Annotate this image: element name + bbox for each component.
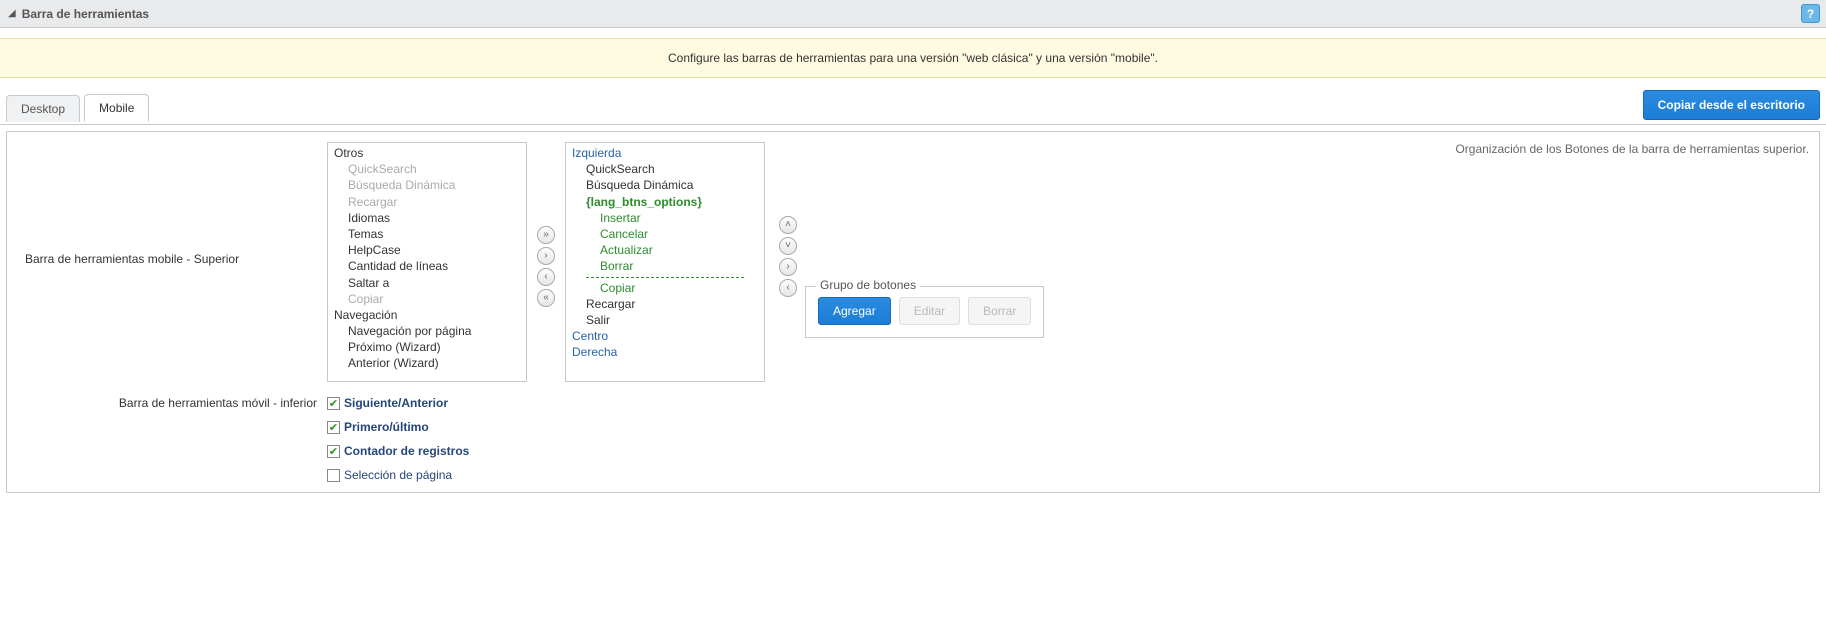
list-item[interactable]: Copiar	[328, 291, 526, 307]
list-item[interactable]: Próximo (Wizard)	[328, 339, 526, 355]
check-label: Siguiente/Anterior	[344, 396, 448, 410]
inferior-label: Barra de herramientas móvil - inferior	[17, 396, 317, 410]
check-page-selection[interactable]: Selección de página	[327, 468, 469, 482]
list-item[interactable]: Temas	[328, 226, 526, 242]
selected-buttons-list[interactable]: Izquierda QuickSearch Búsqueda Dinámica …	[565, 142, 765, 382]
check-label: Selección de página	[344, 468, 452, 482]
available-buttons-list[interactable]: Otros QuickSearch Búsqueda Dinámica Reca…	[327, 142, 527, 382]
tab-desktop[interactable]: Desktop	[6, 95, 80, 122]
section-left: Izquierda	[566, 145, 764, 161]
nudge-right-icon[interactable]: ›	[779, 258, 797, 276]
move-up-icon[interactable]: ˄	[779, 216, 797, 234]
check-label: Contador de registros	[344, 444, 469, 458]
move-right-icon[interactable]: ›	[537, 247, 555, 265]
list-item[interactable]: Cantidad de líneas	[328, 258, 526, 274]
checkbox-icon[interactable]	[327, 445, 340, 458]
reorder-arrows: ˄ ˅ › ‹	[779, 166, 797, 297]
content-area: Barra de herramientas mobile - Superior …	[6, 131, 1820, 493]
list-item[interactable]: Búsqueda Dinámica	[566, 177, 764, 193]
delete-group-button: Borrar	[968, 297, 1031, 325]
transfer-arrows: » › ‹ «	[537, 142, 555, 307]
list-item[interactable]: Búsqueda Dinámica	[328, 177, 526, 193]
check-record-counter[interactable]: Contador de registros	[327, 444, 469, 458]
panel-header: ◢ Barra de herramientas ?	[0, 0, 1826, 28]
move-left-icon[interactable]: ‹	[537, 268, 555, 286]
check-label: Primero/último	[344, 420, 429, 434]
tab-mobile[interactable]: Mobile	[84, 94, 149, 122]
superior-label: Barra de herramientas mobile - Superior	[17, 142, 317, 266]
list-item[interactable]: Cancelar	[566, 226, 764, 242]
list-item[interactable]: Navegación por página	[328, 323, 526, 339]
group-otros: Otros	[328, 145, 526, 161]
inferior-check-list: Siguiente/Anterior Primero/último Contad…	[327, 396, 469, 482]
add-group-button[interactable]: Agregar	[818, 297, 891, 325]
list-item[interactable]: Insertar	[566, 210, 764, 226]
list-item[interactable]: Copiar	[566, 280, 764, 296]
help-icon[interactable]: ?	[1801, 4, 1820, 23]
lang-btns-group[interactable]: {lang_btns_options}	[566, 194, 764, 210]
move-all-left-icon[interactable]: «	[537, 289, 555, 307]
button-group-fieldset: Grupo de botones Agregar Editar Borrar	[805, 286, 1044, 338]
edit-group-button: Editar	[899, 297, 960, 325]
move-down-icon[interactable]: ˅	[779, 237, 797, 255]
list-item[interactable]: Actualizar	[566, 242, 764, 258]
list-item[interactable]: Salir	[566, 312, 764, 328]
list-item[interactable]: QuickSearch	[566, 161, 764, 177]
list-item[interactable]: QuickSearch	[328, 161, 526, 177]
list-item[interactable]: Saltar a	[328, 275, 526, 291]
check-first-last[interactable]: Primero/último	[327, 420, 469, 434]
checkbox-icon[interactable]	[327, 421, 340, 434]
section-center: Centro	[566, 328, 764, 344]
toolbar-inferior-row: Barra de herramientas móvil - inferior S…	[17, 396, 1809, 482]
section-right: Derecha	[566, 344, 764, 360]
group-divider	[586, 277, 744, 278]
checkbox-icon[interactable]	[327, 397, 340, 410]
toolbar-superior-row: Barra de herramientas mobile - Superior …	[17, 142, 1809, 382]
group-navegacion: Navegación	[328, 307, 526, 323]
superior-description: Organización de los Botones de la barra …	[779, 142, 1809, 156]
fieldset-legend: Grupo de botones	[816, 278, 920, 292]
nudge-left-icon[interactable]: ‹	[779, 279, 797, 297]
check-next-prev[interactable]: Siguiente/Anterior	[327, 396, 469, 410]
panel-title: Barra de herramientas	[22, 7, 149, 21]
tab-row: Desktop Mobile Copiar desde el escritori…	[0, 90, 1826, 125]
right-panel: Organización de los Botones de la barra …	[775, 142, 1809, 338]
checkbox-icon[interactable]	[327, 469, 340, 482]
list-item[interactable]: Idiomas	[328, 210, 526, 226]
info-banner: Configure las barras de herramientas par…	[0, 38, 1826, 78]
collapse-icon[interactable]: ◢	[8, 8, 16, 19]
list-item[interactable]: Borrar	[566, 258, 764, 274]
list-item[interactable]: Anterior (Wizard)	[328, 355, 526, 371]
move-all-right-icon[interactable]: »	[537, 226, 555, 244]
list-item[interactable]: Recargar	[566, 296, 764, 312]
list-item[interactable]: HelpCase	[328, 242, 526, 258]
copy-from-desktop-button[interactable]: Copiar desde el escritorio	[1643, 90, 1820, 120]
list-item[interactable]: Recargar	[328, 194, 526, 210]
